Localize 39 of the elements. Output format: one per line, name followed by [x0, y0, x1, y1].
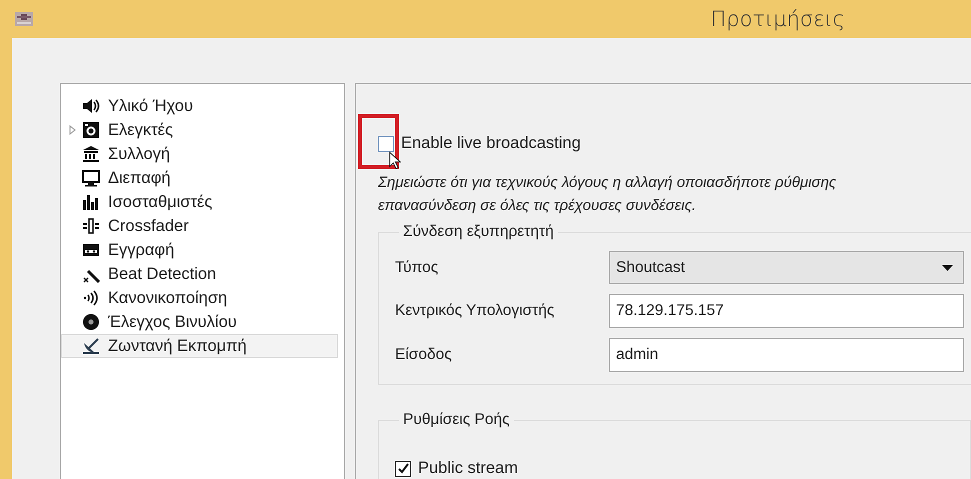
field-label: Τύπος	[395, 258, 440, 276]
group-title: Ρυθμίσεις Ροής	[402, 411, 511, 429]
bars-icon	[82, 193, 100, 211]
cursor-icon	[389, 151, 401, 170]
tree-item[interactable]: Υλικό Ήχου	[61, 94, 338, 118]
tree-item[interactable]: Ισοσταθμιστές	[61, 190, 338, 214]
tree-item[interactable]: Crossfader	[61, 214, 338, 238]
dropdown-arrow-icon	[942, 264, 953, 270]
tree-item[interactable]: Beat Detection	[61, 262, 338, 286]
field-label: Κεντρικός Υπολογιστής	[395, 302, 556, 320]
tree-item[interactable]: Διεπαφή	[61, 166, 338, 190]
fader-icon	[82, 217, 100, 235]
dropdown[interactable]: Shoutcast	[609, 251, 964, 284]
tree-item[interactable]: Ελεγκτές	[61, 118, 338, 142]
group-title: Σύνδεση εξυπηρετητή	[402, 223, 555, 241]
field-label: Είσοδος	[395, 346, 453, 364]
tree-item[interactable]: Κανονικοποίηση	[61, 286, 338, 310]
note-text: Σημειώστε ότι για τεχνικούς λόγους η αλλαγή οποιασδήποτε ρύθμισης επανασύνδεση σε όλες τις τρέχουσες συνδέσεις.	[378, 173, 838, 216]
input-field[interactable]: 78.129.175.157	[609, 294, 964, 328]
tree-item[interactable]: Συλλογή	[61, 142, 338, 166]
expand-arrow-icon[interactable]	[68, 125, 76, 135]
app-icon	[15, 12, 33, 26]
speaker-box-icon	[82, 121, 100, 139]
satellite-dish-icon	[82, 337, 100, 355]
checkbox[interactable]	[378, 136, 394, 152]
window-title: Προτιμήσεις	[710, 7, 845, 31]
checkbox-label[interactable]: Public stream	[418, 459, 518, 478]
speaker-icon	[82, 97, 100, 115]
checkbox[interactable]	[395, 460, 411, 476]
tree-item[interactable]: Ζωντανή Εκπομπή	[61, 334, 338, 358]
signal-waves-icon	[82, 289, 100, 307]
tree-item[interactable]: Εγγραφή	[61, 238, 338, 262]
monitor-icon	[82, 169, 100, 187]
disc-icon	[82, 313, 100, 331]
checkbox-label[interactable]: Enable live broadcasting	[401, 134, 581, 153]
input-field[interactable]: admin	[609, 338, 964, 372]
cassette-icon	[82, 241, 100, 259]
tree-item[interactable]: Έλεγχος Βινυλίου	[61, 310, 338, 334]
building-icon	[82, 145, 100, 163]
